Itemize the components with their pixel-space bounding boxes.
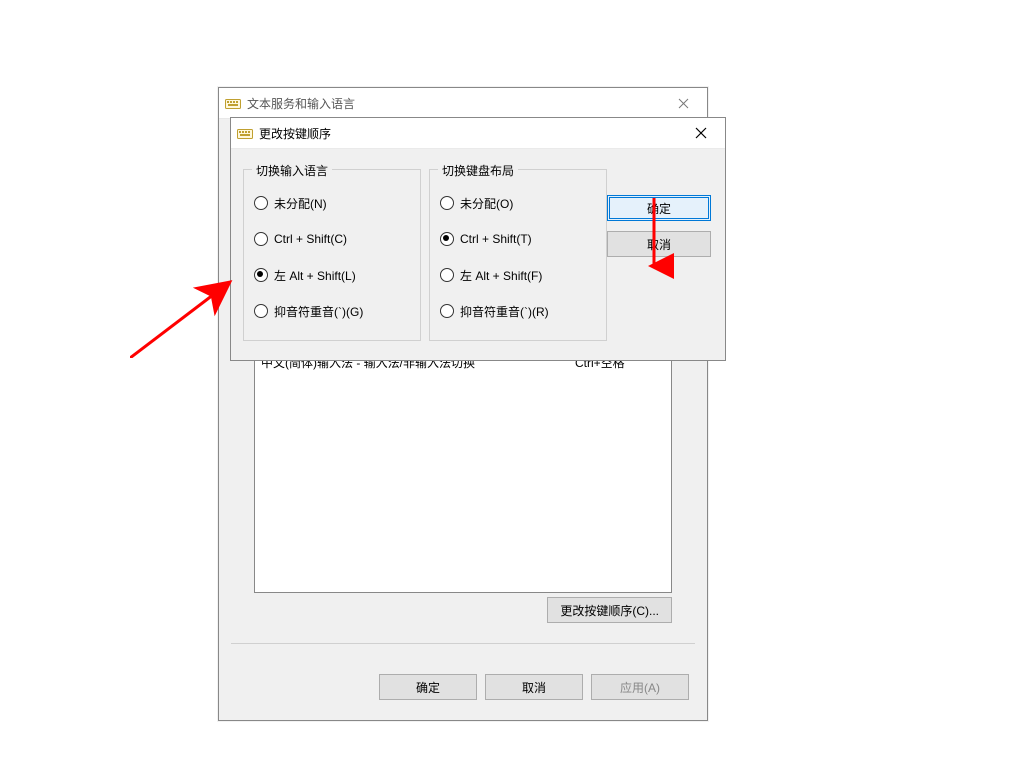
child-buttons: 确定 取消	[607, 195, 711, 257]
parent-apply-button[interactable]: 应用(A)	[591, 674, 689, 700]
radio-ctrl-shift-t[interactable]: Ctrl + Shift(T)	[440, 230, 596, 248]
radio-label: 左 Alt + Shift(L)	[274, 267, 356, 284]
group-legend-right: 切换键盘布局	[438, 162, 518, 179]
radio-left-alt-shift-f[interactable]: 左 Alt + Shift(F)	[440, 266, 596, 284]
radio-label: 左 Alt + Shift(F)	[460, 267, 542, 284]
radio-ctrl-shift-c[interactable]: Ctrl + Shift(C)	[254, 230, 410, 248]
radio-grave-accent-g[interactable]: 抑音符重音(`)(G)	[254, 302, 410, 320]
group-switch-keyboard-layout: 切换键盘布局 未分配(O) Ctrl + Shift(T) 左 Alt + Sh…	[429, 169, 607, 341]
parent-close-button[interactable]	[663, 88, 703, 118]
radio-unassigned-n[interactable]: 未分配(N)	[254, 194, 410, 212]
radio-grave-accent-r[interactable]: 抑音符重音(`)(R)	[440, 302, 596, 320]
radio-icon	[440, 232, 454, 246]
radio-label: Ctrl + Shift(C)	[274, 232, 347, 246]
radio-icon	[440, 304, 454, 318]
radio-unassigned-o[interactable]: 未分配(O)	[440, 194, 596, 212]
separator	[231, 643, 695, 644]
child-ok-button[interactable]: 确定	[607, 195, 711, 221]
child-body: 切换输入语言 未分配(N) Ctrl + Shift(C) 左 Alt + Sh…	[231, 149, 725, 360]
child-cancel-button[interactable]: 取消	[607, 231, 711, 257]
hotkey-listbox[interactable]: 中文(简体)输入法 - 输入法/非输入法切换 Ctrl+空格	[254, 351, 672, 593]
radio-icon	[440, 196, 454, 210]
parent-title: 文本服务和输入语言	[247, 95, 355, 112]
radio-label: 未分配(N)	[274, 195, 327, 212]
child-dialog: 更改按键顺序 切换输入语言 未分配(N) Ctrl + Shift(C)	[230, 117, 726, 361]
keyboard-icon	[225, 95, 241, 111]
group-legend-left: 切换输入语言	[252, 162, 332, 179]
keyboard-icon	[237, 125, 253, 141]
radio-label: 抑音符重音(`)(G)	[274, 303, 363, 320]
radio-label: 抑音符重音(`)(R)	[460, 303, 549, 320]
radio-label: 未分配(O)	[460, 195, 513, 212]
radio-icon	[254, 268, 268, 282]
child-close-button[interactable]	[681, 118, 721, 148]
group-switch-input-language: 切换输入语言 未分配(N) Ctrl + Shift(C) 左 Alt + Sh…	[243, 169, 421, 341]
child-titlebar[interactable]: 更改按键顺序	[231, 118, 725, 149]
parent-cancel-button[interactable]: 取消	[485, 674, 583, 700]
parent-ok-button[interactable]: 确定	[379, 674, 477, 700]
radio-left-alt-shift-l[interactable]: 左 Alt + Shift(L)	[254, 266, 410, 284]
radio-icon	[254, 196, 268, 210]
radio-icon	[254, 304, 268, 318]
parent-bottom-buttons: 确定 取消 应用(A)	[379, 674, 689, 700]
parent-titlebar[interactable]: 文本服务和输入语言	[219, 88, 707, 119]
child-title: 更改按键顺序	[259, 125, 331, 142]
radio-icon	[254, 232, 268, 246]
change-sequence-button[interactable]: 更改按键顺序(C)...	[547, 597, 672, 623]
radio-icon	[440, 268, 454, 282]
radio-label: Ctrl + Shift(T)	[460, 232, 532, 246]
